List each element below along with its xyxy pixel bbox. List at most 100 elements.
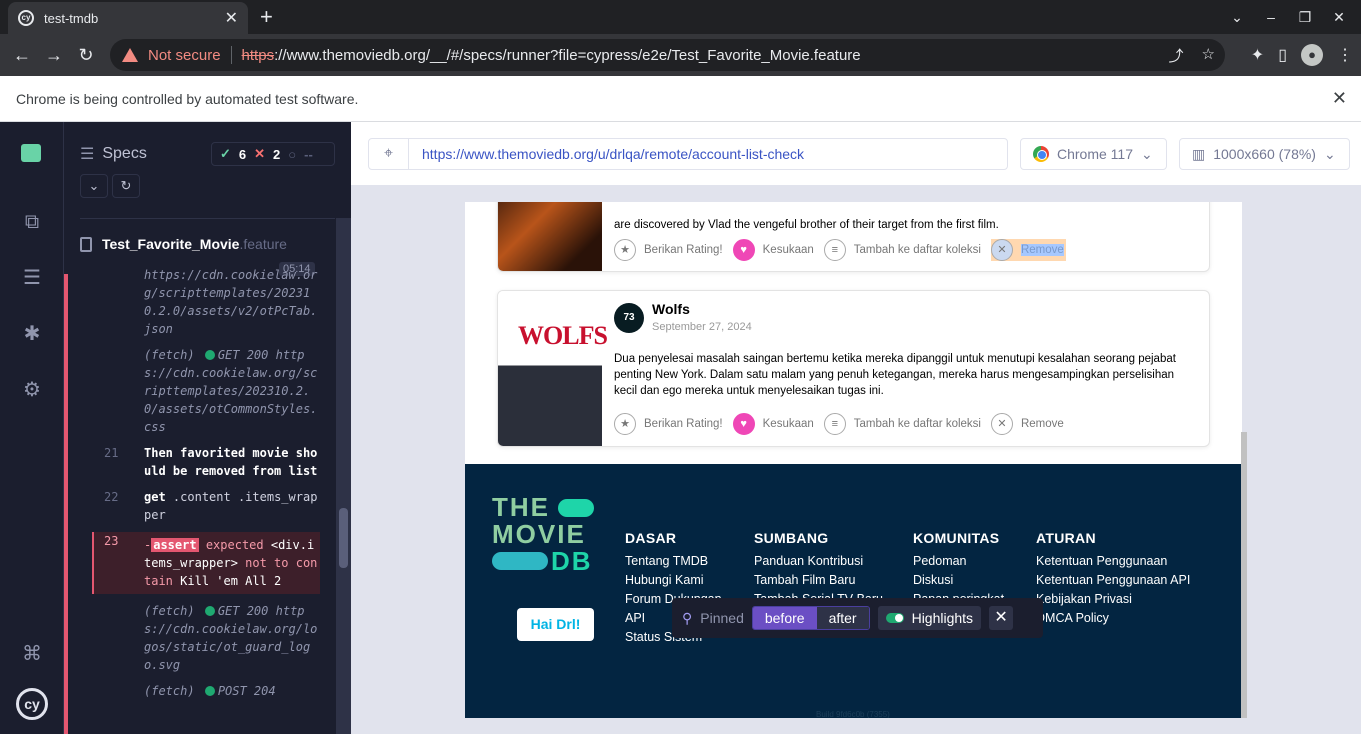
- menu-kebab-icon[interactable]: ⋮: [1337, 45, 1353, 65]
- footer-link[interactable]: Ketentuan Penggunaan: [1036, 552, 1190, 571]
- chrome-icon: [1033, 146, 1049, 162]
- remove-button[interactable]: ✕ Remove: [990, 413, 1064, 435]
- back-icon[interactable]: ←: [6, 45, 38, 66]
- footer-link[interactable]: Panduan Kontribusi: [754, 552, 883, 571]
- specs-header[interactable]: ☰ Specs: [80, 144, 147, 164]
- favorite-button[interactable]: ♥ Kesukaan: [732, 239, 814, 261]
- movie-overview: Dua penyelesai masalah saingan bertemu k…: [614, 353, 1176, 397]
- highlights-toggle[interactable]: Highlights: [877, 606, 982, 630]
- footer-link[interactable]: Ketentuan Penggunaan API: [1036, 571, 1190, 590]
- status-dot-icon: [204, 350, 215, 360]
- rate-button[interactable]: ★ Berikan Rating!: [614, 413, 723, 435]
- rate-button[interactable]: ★ Berikan Rating!: [614, 239, 723, 261]
- aut-url-box[interactable]: ⌖ https://www.themoviedb.org/u/drlqa/rem…: [368, 138, 1008, 170]
- movie-poster[interactable]: [498, 202, 602, 271]
- log-entry[interactable]: (fetch) GET 200 https://cdn.cookielaw.or…: [94, 602, 320, 674]
- favorite-button[interactable]: ♥ Kesukaan: [732, 413, 814, 435]
- list-icon: ≡: [823, 239, 846, 261]
- browser-tab[interactable]: cy test-tmdb ✕: [8, 2, 248, 34]
- log-entry[interactable]: 22 get .content .items_wrapper: [94, 488, 320, 524]
- project-icon[interactable]: [21, 144, 41, 162]
- build-version: Build 9fd6c0b (7355): [816, 710, 890, 718]
- maximize-icon[interactable]: ❐: [1297, 9, 1313, 26]
- runs-nav-icon[interactable]: ☰: [20, 266, 44, 290]
- footer-link[interactable]: Pedoman: [913, 552, 1004, 571]
- failure-indicator-bar: [64, 274, 68, 734]
- new-tab-icon[interactable]: +: [260, 4, 273, 30]
- app-frame-scrollbar[interactable]: [1241, 432, 1247, 718]
- footer-link[interactable]: Diskusi: [913, 571, 1004, 590]
- passed-check-icon: ✓: [220, 146, 231, 161]
- spec-name: Test_Favorite_Movie: [102, 236, 240, 252]
- before-button[interactable]: before: [752, 607, 817, 629]
- address-bar[interactable]: Not secure https://www.themoviedb.org/__…: [110, 39, 1225, 71]
- pinned-label: Pinned: [700, 610, 744, 626]
- aut-header: ⌖ https://www.themoviedb.org/u/drlqa/rem…: [351, 122, 1361, 186]
- rerun-icon[interactable]: ↻: [112, 174, 140, 198]
- remove-button[interactable]: ✕ Remove: [990, 239, 1066, 261]
- debug-bug-icon[interactable]: ✱: [20, 322, 44, 346]
- movie-card: WOLFS 73 Wolfs September 27, 2024 Dua pe…: [497, 290, 1210, 447]
- close-snapshot-icon[interactable]: ✕: [989, 606, 1014, 630]
- specs-nav-icon[interactable]: ⧉: [20, 210, 44, 234]
- reload-icon[interactable]: ↻: [70, 45, 102, 66]
- footer-link[interactable]: DMCA Policy: [1036, 609, 1190, 628]
- close-infobar-icon[interactable]: ✕: [1332, 88, 1347, 109]
- browser-selector[interactable]: Chrome 117 ⌄: [1020, 138, 1167, 170]
- profile-greeting-button[interactable]: Hai Drl!: [517, 608, 594, 641]
- keyboard-shortcuts-icon[interactable]: ⌘: [20, 642, 44, 666]
- footer-link[interactable]: Tambah Film Baru: [754, 571, 883, 590]
- after-button[interactable]: after: [816, 607, 869, 629]
- reporter-scrollbar[interactable]: [336, 218, 351, 734]
- extensions-icon[interactable]: ✦: [1251, 45, 1264, 65]
- add-to-list-button[interactable]: ≡ Tambah ke daftar koleksi: [823, 413, 981, 435]
- add-to-list-button[interactable]: ≡ Tambah ke daftar koleksi: [823, 239, 981, 261]
- status-dot-icon: [204, 606, 215, 616]
- footer-link[interactable]: Kebijakan Privasi: [1036, 590, 1190, 609]
- movie-title[interactable]: Wolfs: [652, 301, 690, 317]
- collapse-chevron-icon[interactable]: ⌄: [80, 174, 108, 198]
- test-stats: ✓ 6 ✕ 2 ○ --: [211, 142, 335, 166]
- log-entry[interactable]: 21 Then favorited movie should be remove…: [94, 444, 320, 480]
- settings-gear-icon[interactable]: ⚙: [20, 378, 44, 402]
- not-secure-label: Not secure: [148, 46, 221, 64]
- browser-tab-strip: cy test-tmdb ✕ + ⌄ – ❐ ✕: [0, 0, 1361, 34]
- footer-link[interactable]: Tentang TMDB: [625, 552, 722, 571]
- command-log: https://cdn.cookielaw.org/scripttemplate…: [92, 266, 320, 708]
- forward-icon[interactable]: →: [38, 45, 70, 66]
- tab-title: test-tmdb: [44, 10, 99, 26]
- automation-infobar: Chrome is being controlled by automated …: [0, 76, 1361, 122]
- log-entry[interactable]: (fetch) POST 204: [94, 682, 320, 700]
- footer-col-aturan: ATURAN Ketentuan Penggunaan Ketentuan Pe…: [1036, 530, 1190, 628]
- footer-link[interactable]: Hubungi Kami: [625, 571, 722, 590]
- heart-icon: ♥: [732, 239, 755, 261]
- profile-avatar-icon[interactable]: ●: [1301, 44, 1323, 66]
- log-entry[interactable]: https://cdn.cookielaw.org/scripttemplate…: [94, 266, 320, 338]
- side-panel-icon[interactable]: ▯: [1278, 45, 1287, 65]
- command-log-reporter: ☰ Specs ✓ 6 ✕ 2 ○ -- ⌄ ↻ Test_Favorite_Movi…: [64, 122, 351, 734]
- minimize-icon[interactable]: –: [1263, 9, 1279, 25]
- status-dot-icon: [204, 686, 215, 696]
- browser-toolbar: ← → ↻ Not secure https://www.themoviedb.…: [0, 34, 1361, 76]
- window-controls: ⌄ – ❐ ✕: [1229, 0, 1361, 34]
- viewport-info[interactable]: ▥ 1000x660 (78%) ⌄: [1179, 138, 1350, 170]
- tab-search-icon[interactable]: ⌄: [1229, 9, 1245, 26]
- heart-icon: ♥: [732, 413, 755, 435]
- bookmark-star-icon[interactable]: ☆: [1202, 45, 1215, 66]
- close-window-icon[interactable]: ✕: [1331, 9, 1347, 26]
- selector-playground-target-icon[interactable]: ⌖: [369, 139, 409, 169]
- movie-poster[interactable]: WOLFS: [498, 291, 608, 446]
- share-icon[interactable]: ⤴: [1169, 45, 1184, 66]
- cypress-logo-icon: cy: [16, 688, 48, 720]
- app-frame: are discovered by Vlad the vengeful brot…: [465, 202, 1242, 718]
- assert-tag: assert: [151, 538, 199, 552]
- log-entry[interactable]: (fetch) GET 200 https://cdn.cookielaw.or…: [94, 346, 320, 436]
- viewport-size: 1000x660 (78%): [1213, 146, 1316, 162]
- close-tab-icon[interactable]: ✕: [225, 8, 238, 28]
- chevron-down-icon: ⌄: [1141, 145, 1153, 162]
- star-icon: ★: [614, 413, 636, 435]
- reporter-scroll-thumb[interactable]: [339, 508, 348, 568]
- spec-file-title: Test_Favorite_Movie .feature: [80, 236, 287, 252]
- log-entry-failed[interactable]: 23 - assert expected <div.items_wrapper> …: [92, 532, 320, 594]
- failed-count: 2: [273, 146, 281, 162]
